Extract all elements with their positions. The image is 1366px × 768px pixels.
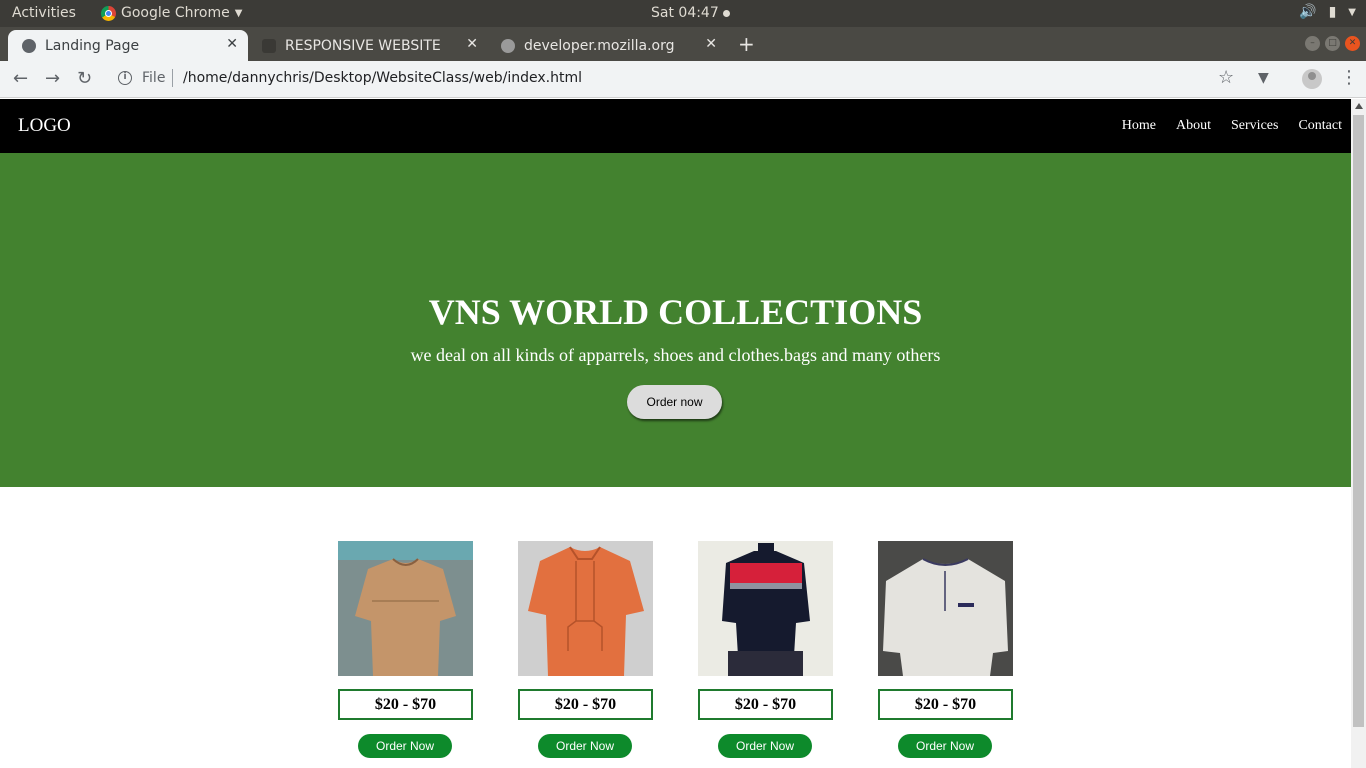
chevron-down-icon: ▼ xyxy=(234,7,243,19)
tab-landing-page[interactable]: Landing Page ✕ xyxy=(8,30,248,61)
reload-icon[interactable]: ↻ xyxy=(77,68,92,89)
hero-title: VNS WORLD COLLECTIONS xyxy=(428,292,923,332)
profile-avatar-icon[interactable] xyxy=(1302,69,1322,89)
site-navbar: LOGO Home About Services Contact xyxy=(0,99,1351,153)
price-tag: $20 - $70 xyxy=(878,689,1013,720)
activities-button[interactable]: Activities xyxy=(12,5,76,21)
app-menu[interactable]: Google Chrome ▼ xyxy=(101,5,242,21)
maximize-icon[interactable]: □ xyxy=(1325,36,1340,51)
browser-tab-strip: Landing Page ✕ RESPONSIVE WEBSITE ✕ deve… xyxy=(0,27,1366,80)
battery-icon: ▮ xyxy=(1328,4,1337,20)
page-scrollbar[interactable] xyxy=(1351,99,1366,768)
close-icon[interactable]: ✕ xyxy=(705,36,717,52)
clock-text: Sat 04:47 xyxy=(651,5,719,21)
volume-icon: 🔊 xyxy=(1299,4,1317,20)
extension-icon[interactable]: ▼ xyxy=(1258,70,1269,86)
site-logo[interactable]: LOGO xyxy=(18,115,71,137)
info-icon[interactable]: i xyxy=(118,71,132,85)
scheme-label: File xyxy=(142,70,166,86)
system-tray[interactable]: 🔊 ▮ ▼ xyxy=(1299,4,1356,20)
page-viewport: LOGO Home About Services Contact VNS WOR… xyxy=(0,99,1351,768)
minimize-icon[interactable]: – xyxy=(1305,36,1320,51)
scrollbar-thumb[interactable] xyxy=(1353,115,1364,727)
nav-link-services[interactable]: Services xyxy=(1231,118,1278,134)
back-arrow-icon[interactable]: ← xyxy=(13,68,28,89)
window-close-icon[interactable]: ✕ xyxy=(1345,36,1360,51)
chrome-icon xyxy=(101,5,116,21)
close-icon[interactable]: ✕ xyxy=(226,36,238,52)
page-icon xyxy=(262,38,276,53)
more-menu-icon[interactable]: ⋮ xyxy=(1340,67,1358,88)
chevron-down-icon: ▼ xyxy=(1348,6,1356,18)
globe-icon xyxy=(501,38,515,53)
product-card: $20 - $70 Order Now xyxy=(518,541,653,758)
product-card: $20 - $70 Order Now xyxy=(878,541,1013,758)
nav-link-contact[interactable]: Contact xyxy=(1298,118,1342,134)
order-now-button[interactable]: Order Now xyxy=(358,734,452,758)
tab-title: developer.mozilla.org xyxy=(524,37,675,54)
product-card: $20 - $70 Order Now xyxy=(338,541,473,758)
product-image-orange-shirt[interactable] xyxy=(518,541,653,676)
close-icon[interactable]: ✕ xyxy=(466,36,478,52)
nav-link-home[interactable]: Home xyxy=(1122,118,1156,134)
order-now-button[interactable]: Order Now xyxy=(538,734,632,758)
tab-title: RESPONSIVE WEBSITE xyxy=(285,37,441,54)
url-input[interactable]: /home/dannychris/Desktop/WebsiteClass/we… xyxy=(183,70,582,86)
product-image-tan-shirt[interactable] xyxy=(338,541,473,676)
tab-responsive-website[interactable]: RESPONSIVE WEBSITE ✕ xyxy=(248,30,488,61)
system-top-bar: Activities Google Chrome ▼ Sat 04:47 🔊 ▮… xyxy=(0,0,1366,27)
order-now-button[interactable]: Order now xyxy=(627,385,722,419)
toolbar: ← → ↻ i File /home/dannychris/Desktop/We… xyxy=(0,61,1366,98)
tab-title: Landing Page xyxy=(45,37,140,54)
notification-dot-icon xyxy=(722,9,730,17)
order-now-button[interactable]: Order Now xyxy=(718,734,812,758)
globe-icon xyxy=(22,38,36,53)
bookmark-star-icon[interactable]: ☆ xyxy=(1218,67,1234,88)
nav-link-about[interactable]: About xyxy=(1176,118,1211,134)
divider xyxy=(172,69,173,87)
tab-developer-mozilla[interactable]: developer.mozilla.org ✕ xyxy=(487,30,727,61)
hero-section: VNS WORLD COLLECTIONS we deal on all kin… xyxy=(0,153,1351,487)
price-tag: $20 - $70 xyxy=(338,689,473,720)
nav-links: Home About Services Contact xyxy=(1122,118,1351,134)
product-image-black-red-shirt[interactable] xyxy=(698,541,833,676)
order-now-button[interactable]: Order Now xyxy=(898,734,992,758)
product-image-white-shirt[interactable] xyxy=(878,541,1013,676)
hero-subtitle: we deal on all kinds of apparrels, shoes… xyxy=(410,345,941,365)
product-card: $20 - $70 Order Now xyxy=(698,541,833,758)
price-tag: $20 - $70 xyxy=(698,689,833,720)
clock[interactable]: Sat 04:47 xyxy=(651,5,730,21)
app-name: Google Chrome xyxy=(121,5,230,21)
price-tag: $20 - $70 xyxy=(518,689,653,720)
forward-arrow-icon[interactable]: → xyxy=(45,68,60,89)
scroll-up-arrow-icon[interactable] xyxy=(1355,103,1363,109)
new-tab-icon[interactable]: + xyxy=(738,32,755,56)
